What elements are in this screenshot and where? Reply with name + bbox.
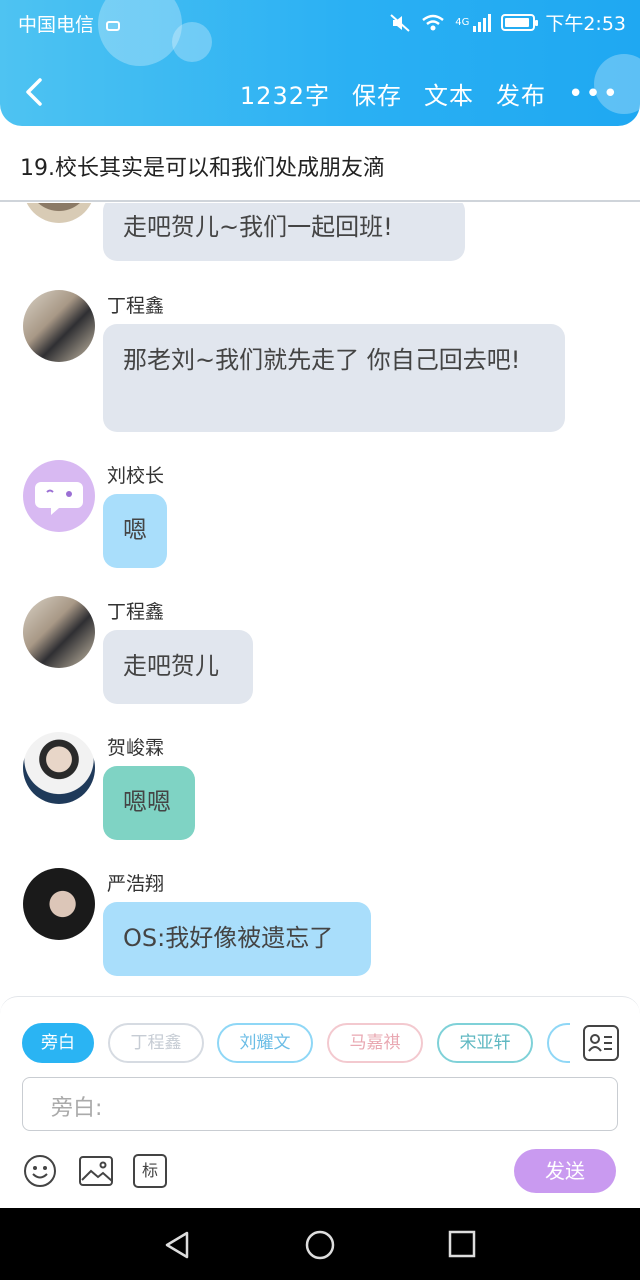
carrier: 中国电信 <box>18 10 121 37</box>
save-button[interactable]: 保存 <box>352 76 402 111</box>
input-placeholder: 旁白: <box>51 1096 103 1121</box>
toolbar-actions: 1232字 保存 文本 发布 ••• <box>240 76 620 111</box>
story-title-row[interactable]: 19.校长其实是可以和我们处成朋友滴 <box>0 136 640 202</box>
mute-icon <box>390 13 410 32</box>
story-title: 19.校长其实是可以和我们处成朋友滴 <box>20 156 385 181</box>
role-chip[interactable] <box>547 1023 570 1063</box>
speaker-name: 丁程鑫 <box>107 295 165 317</box>
avatar <box>23 868 95 940</box>
text-button[interactable]: 文本 <box>424 76 474 111</box>
speaker-name: 丁程鑫 <box>107 601 165 623</box>
nav-home-icon[interactable] <box>304 1229 336 1261</box>
word-count: 1232字 <box>239 82 330 110</box>
role-chip-narrator[interactable]: 旁白 <box>22 1023 94 1063</box>
message-bubble[interactable]: 嗯 <box>103 494 167 568</box>
message-bubble[interactable]: 走吧贺儿 <box>103 630 253 704</box>
system-nav-bar <box>0 1208 640 1280</box>
send-button[interactable]: 发送 <box>514 1149 616 1193</box>
network-type: 4G <box>455 17 470 28</box>
role-chip[interactable]: 丁程鑫 <box>108 1023 204 1063</box>
avatar <box>23 460 95 532</box>
role-chip[interactable]: 刘耀文 <box>217 1023 313 1063</box>
message-input[interactable]: 旁白: <box>22 1077 618 1131</box>
avatar <box>23 596 95 668</box>
image-icon[interactable] <box>78 1154 114 1188</box>
more-menu-icon[interactable]: ••• <box>568 81 620 107</box>
role-chip[interactable]: 马嘉祺 <box>327 1023 423 1063</box>
role-list-icon[interactable] <box>583 1025 619 1061</box>
speaker-name: 严浩翔 <box>107 873 165 895</box>
publish-button[interactable]: 发布 <box>496 76 546 111</box>
message-bubble[interactable]: 嗯嗯 <box>103 766 195 840</box>
speaker-name: 刘校长 <box>107 465 165 487</box>
toolbar: 1232字 保存 文本 发布 ••• <box>0 62 640 122</box>
tag-button[interactable]: 标 <box>133 1154 167 1188</box>
header: 中国电信 4G 下午2:53 1232字 保存 文本 发布 ••• <box>0 0 640 126</box>
status-right: 4G 下午2:53 <box>389 9 626 36</box>
avatar <box>23 290 95 362</box>
message-bubble[interactable]: OS:我好像被遗忘了 <box>103 902 371 976</box>
chat-bubble-icon <box>35 482 83 515</box>
message-bubble[interactable]: 走吧贺儿~我们一起回班! <box>103 203 465 261</box>
nav-back-icon[interactable] <box>163 1230 193 1260</box>
wifi-icon <box>422 14 444 30</box>
signal-icon <box>473 13 492 32</box>
role-selector: 旁白 丁程鑫 刘耀文 马嘉祺 宋亚轩 <box>22 1023 570 1065</box>
message-bubble[interactable]: 那老刘~我们就先走了 你自己回去吧! <box>103 324 565 432</box>
speaker-name: 贺峻霖 <box>107 737 165 759</box>
notification-icon <box>106 20 121 31</box>
battery-icon <box>501 14 539 31</box>
carrier-label: 中国电信 <box>18 14 95 36</box>
avatar <box>23 203 95 223</box>
contact-card-icon <box>588 1034 612 1052</box>
screen: 中国电信 4G 下午2:53 1232字 保存 文本 发布 ••• 19.校长其… <box>0 0 640 1280</box>
status-bar: 中国电信 4G 下午2:53 <box>0 0 640 44</box>
nav-recents-icon[interactable] <box>448 1230 476 1258</box>
role-chip[interactable]: 宋亚轩 <box>437 1023 533 1063</box>
message-list[interactable]: 走吧贺儿~我们一起回班! 丁程鑫 那老刘~我们就先走了 你自己回去吧! 刘校长 … <box>0 203 640 998</box>
emoji-icon[interactable] <box>23 1154 57 1188</box>
back-arrow-icon[interactable] <box>20 74 52 110</box>
clock: 下午2:53 <box>545 13 626 35</box>
avatar <box>23 732 95 804</box>
